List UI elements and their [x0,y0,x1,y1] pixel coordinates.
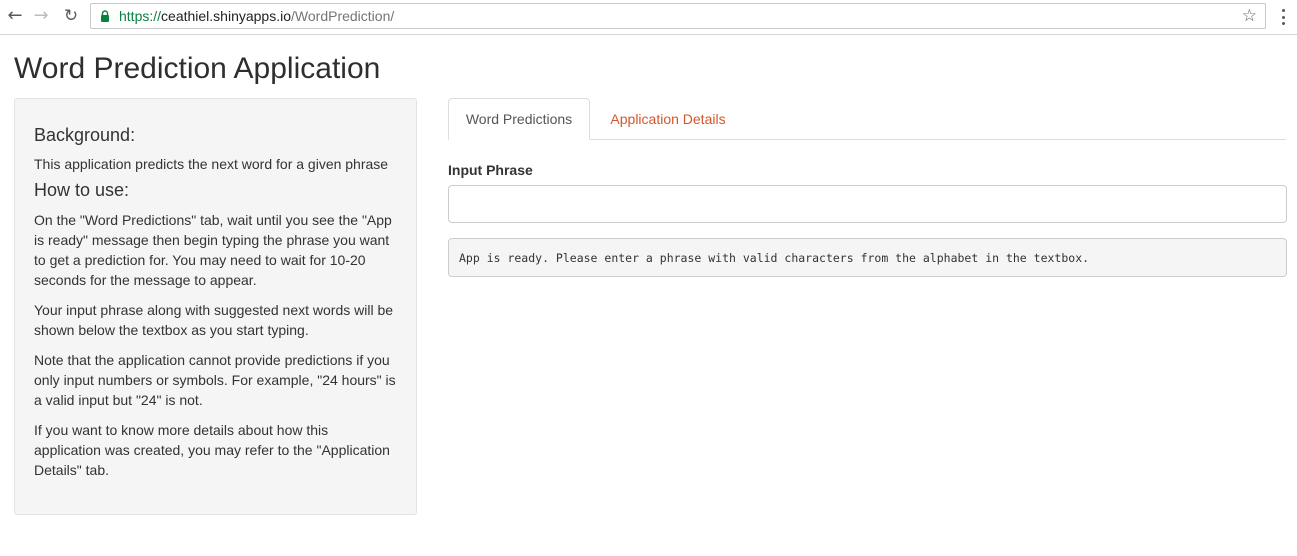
how-to-use-text-4: If you want to know more details about h… [34,422,390,478]
background-heading: Background: [34,125,136,145]
input-phrase-field[interactable] [448,185,1287,223]
url-scheme: https:// [119,8,162,24]
tab-bar: Word Predictions Application Details [448,98,1286,140]
url-path: /WordPrediction/ [291,8,395,24]
forward-arrow-icon[interactable]: → [30,5,52,27]
url-host: ceathiel.shinyapps.io [161,8,292,24]
address-bar[interactable]: https://ceathiel.shinyapps.io/WordPredic… [90,3,1266,29]
input-phrase-label: Input Phrase [448,162,533,178]
back-arrow-icon[interactable]: ← [4,5,26,27]
tab-word-predictions[interactable]: Word Predictions [448,98,590,140]
how-to-use-text-3: Note that the application cannot provide… [34,352,396,408]
browser-toolbar: ← → ↻ https://ceathiel.shinyapps.io/Word… [0,0,1297,35]
how-to-use-heading: How to use: [34,180,130,200]
menu-dots-icon[interactable] [1276,6,1290,28]
url-text: https://ceathiel.shinyapps.io/WordPredic… [119,8,394,24]
reload-icon[interactable]: ↻ [60,5,82,27]
how-to-use-text-2: Your input phrase along with suggested n… [34,302,394,338]
page-title: Word Prediction Application [14,52,381,85]
how-to-use-text-1: On the "Word Predictions" tab, wait unti… [34,212,392,288]
background-text: This application predicts the next word … [34,156,389,172]
tab-application-details[interactable]: Application Details [594,98,742,140]
sidebar-panel: Background: This application predicts th… [14,98,417,515]
star-icon[interactable]: ☆ [1242,6,1257,26]
lock-icon [101,10,109,22]
status-output: App is ready. Please enter a phrase with… [448,238,1287,277]
